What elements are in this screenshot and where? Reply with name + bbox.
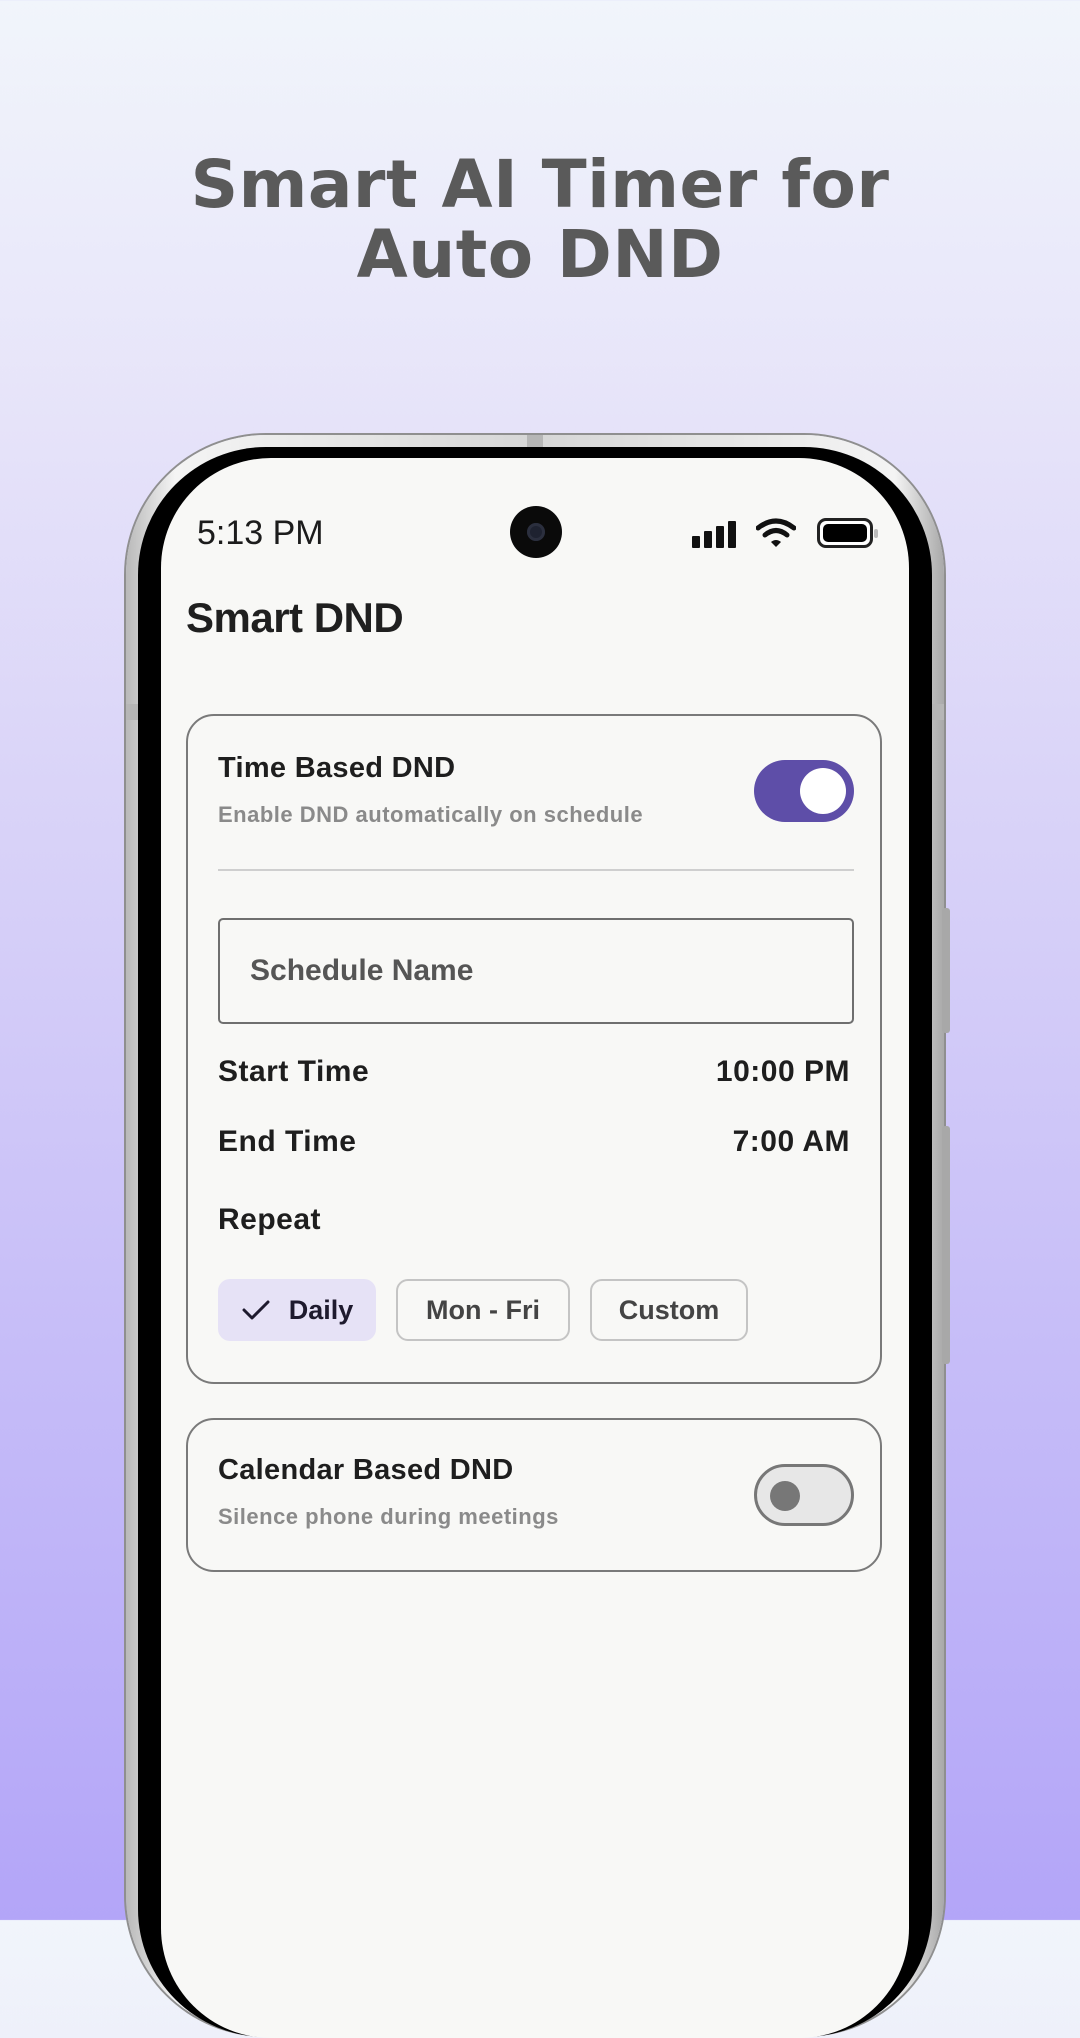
phone-screen: 5:13 PM Smart DND Time Based DND Enable … <box>161 458 909 2038</box>
card-subtitle: Enable DND automatically on schedule <box>218 802 644 827</box>
card-subtitle: Silence phone during meetings <box>218 1504 559 1529</box>
card-title: Time Based DND <box>218 752 456 784</box>
headline-line-2: Auto DND <box>356 216 724 293</box>
camera-icon <box>510 506 562 558</box>
end-time-value[interactable]: 7:00 AM <box>733 1125 850 1159</box>
chip-label: Daily <box>288 1294 354 1325</box>
antenna-line <box>527 435 543 447</box>
chip-label: Custom <box>618 1294 720 1325</box>
status-time: 5:13 PM <box>197 514 324 552</box>
calendar-based-dnd-card: Calendar Based DND Silence phone during … <box>186 1418 882 1572</box>
chip-mon-fri[interactable]: Mon - Fri <box>396 1279 570 1341</box>
start-time-value[interactable]: 10:00 PM <box>716 1055 850 1089</box>
end-time-label: End Time <box>218 1125 357 1158</box>
card-title: Calendar Based DND <box>218 1454 514 1486</box>
start-time-label: Start Time <box>218 1055 370 1088</box>
check-icon <box>242 1300 270 1320</box>
signal-icon <box>692 520 738 548</box>
divider <box>218 869 854 871</box>
schedule-name-input[interactable] <box>218 918 854 1024</box>
toggle-knob <box>800 768 846 814</box>
antenna-line <box>126 704 138 720</box>
app-title: Smart DND <box>186 594 404 641</box>
time-dnd-toggle[interactable] <box>754 760 854 822</box>
battery-icon <box>817 518 878 548</box>
promo-headline: Smart AI Timer for Auto DND <box>0 150 1080 290</box>
volume-button <box>942 908 950 1033</box>
calendar-dnd-toggle[interactable] <box>754 1464 854 1526</box>
chip-label: Mon - Fri <box>426 1294 540 1325</box>
toggle-knob <box>770 1481 800 1511</box>
headline-line-1: Smart AI Timer for <box>190 146 890 223</box>
repeat-label: Repeat <box>218 1203 322 1236</box>
chip-daily[interactable]: Daily <box>218 1279 376 1341</box>
power-button <box>942 1126 950 1364</box>
chip-custom[interactable]: Custom <box>590 1279 748 1341</box>
wifi-icon <box>756 518 796 547</box>
time-based-dnd-card: Time Based DND Enable DND automatically … <box>186 714 882 1384</box>
antenna-line <box>932 704 944 720</box>
